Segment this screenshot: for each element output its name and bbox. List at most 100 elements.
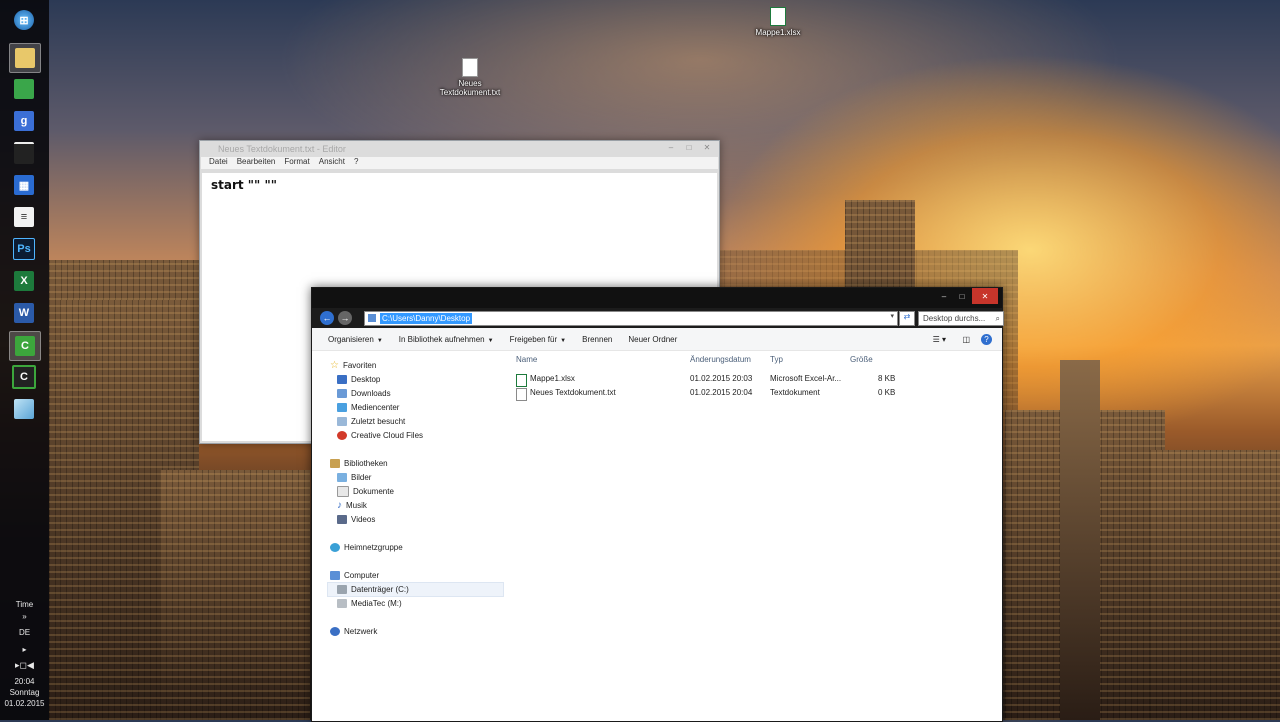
nav-network[interactable]: Netzwerk xyxy=(330,625,377,638)
tray-expand-icon[interactable]: ▸ xyxy=(0,645,49,654)
file-list: Name Änderungsdatum Typ Größe Mappe1.xls… xyxy=(512,351,1002,721)
clock-time[interactable]: 20:04 xyxy=(0,677,49,686)
music-icon: ♪ xyxy=(337,500,342,511)
nav-libraries[interactable]: Bibliotheken xyxy=(330,457,388,470)
address-text: C:\Users\Danny\Desktop xyxy=(380,313,473,324)
menu-help[interactable]: ? xyxy=(354,157,358,169)
star-icon: ☆ xyxy=(330,360,339,371)
search-icon: ⌕ xyxy=(995,314,1000,323)
help-icon[interactable]: ? xyxy=(981,333,992,345)
file-date: 01.02.2015 20:04 xyxy=(690,388,753,397)
burn-button[interactable]: Brennen xyxy=(582,335,612,344)
excel-file-icon xyxy=(770,7,786,26)
nav-homegroup[interactable]: Heimnetzgruppe xyxy=(330,541,403,554)
notepad-icon: ≡ xyxy=(14,207,34,227)
nav-videos[interactable]: Videos xyxy=(337,513,375,526)
explorer-titlebar[interactable]: – □ ✕ xyxy=(312,288,1002,308)
nav-favorites[interactable]: ☆ Favoriten xyxy=(330,359,376,372)
taskbar-word[interactable]: W xyxy=(9,299,39,327)
videos-icon xyxy=(337,515,347,524)
word-icon: W xyxy=(14,303,34,323)
back-icon[interactable]: ← xyxy=(320,311,334,325)
taskbar-app-green[interactable] xyxy=(9,75,39,103)
taskbar-app-dark[interactable] xyxy=(9,139,39,167)
app-icon xyxy=(14,142,34,164)
windows-logo-icon: ⊞ xyxy=(14,10,34,30)
nav-downloads[interactable]: Downloads xyxy=(337,387,391,400)
taskbar-google[interactable]: g xyxy=(9,107,39,135)
time-label[interactable]: Time xyxy=(0,600,49,609)
column-header-type[interactable]: Typ xyxy=(770,355,783,364)
maximize-icon[interactable]: □ xyxy=(681,141,697,154)
file-row[interactable]: Neues Textdokument.txt 01.02.2015 20:04 … xyxy=(512,386,1002,401)
chevron-down-icon[interactable]: » xyxy=(0,612,49,621)
file-row[interactable]: Mappe1.xlsx 01.02.2015 20:03 Microsoft E… xyxy=(512,372,1002,387)
notepad-window-controls: – □ ✕ xyxy=(663,141,715,154)
taskbar-app-blue[interactable]: ▦ xyxy=(9,171,39,199)
explorer-command-bar: Organisieren ▼ In Bibliothek aufnehmen ▼ F… xyxy=(312,328,1002,351)
minimize-icon[interactable]: – xyxy=(936,288,952,304)
taskbar-excel[interactable]: X xyxy=(9,267,39,295)
photoshop-icon: Ps xyxy=(13,238,35,260)
taskbar-photoshop[interactable]: Ps xyxy=(9,235,39,263)
tray-icons[interactable]: ▸◻◀ xyxy=(0,660,49,671)
library-button[interactable]: In Bibliothek aufnehmen ▼ xyxy=(399,335,494,344)
taskbar-camtasia-recorder[interactable]: C xyxy=(9,363,39,391)
nav-mediencenter[interactable]: Mediencenter xyxy=(337,401,399,414)
close-icon[interactable]: ✕ xyxy=(972,288,998,304)
nav-desktop[interactable]: Desktop xyxy=(337,373,380,386)
maximize-icon[interactable]: □ xyxy=(954,288,970,304)
nav-creative-cloud[interactable]: Creative Cloud Files xyxy=(337,429,423,442)
new-folder-button[interactable]: Neuer Ordner xyxy=(628,335,677,344)
menu-datei[interactable]: Datei xyxy=(209,157,228,169)
column-header-date[interactable]: Änderungsdatum xyxy=(690,355,751,364)
nav-recent[interactable]: Zuletzt besucht xyxy=(337,415,405,428)
nav-music[interactable]: ♪ Musik xyxy=(337,499,367,512)
address-input[interactable]: C:\Users\Danny\Desktop ▾ xyxy=(364,311,898,326)
language-indicator[interactable]: DE xyxy=(0,628,49,637)
preview-pane-icon[interactable]: ◫ xyxy=(962,335,970,344)
desktop-icon xyxy=(337,375,347,384)
notepad-titlebar[interactable]: Neues Textdokument.txt - Editor – □ ✕ xyxy=(200,141,719,157)
notepad-title: Neues Textdokument.txt - Editor xyxy=(218,144,346,154)
forward-icon[interactable]: → xyxy=(338,311,352,325)
nav-computer[interactable]: Computer xyxy=(330,569,379,582)
network-drive-icon xyxy=(337,599,347,608)
desktop-icon-excel-file[interactable]: Mappe1.xlsx xyxy=(743,7,813,37)
creative-cloud-icon xyxy=(337,431,347,440)
close-icon[interactable]: ✕ xyxy=(699,141,715,154)
organize-button[interactable]: Organisieren ▼ xyxy=(328,335,383,344)
menu-ansicht[interactable]: Ansicht xyxy=(319,157,345,169)
minimize-icon[interactable]: – xyxy=(663,141,679,154)
taskbar-explorer[interactable] xyxy=(9,43,41,73)
desktop-icon-text-file[interactable]: Neues Textdokument.txt xyxy=(435,58,505,97)
taskbar-camtasia[interactable]: C xyxy=(9,331,41,361)
taskbar-notepad[interactable]: ≡ xyxy=(9,203,39,231)
menu-format[interactable]: Format xyxy=(284,157,309,169)
chevron-down-icon[interactable]: ▾ xyxy=(890,312,894,320)
nav-drive-c[interactable]: Datenträger (C:) xyxy=(337,583,409,596)
notepad-menubar: Datei Bearbeiten Format Ansicht ? xyxy=(201,157,718,169)
column-header-name[interactable]: Name xyxy=(516,355,537,364)
notepad-content: start "" "" xyxy=(211,178,277,192)
desktop-icon-label: Neues Textdokument.txt xyxy=(439,79,501,97)
explorer-window[interactable]: – □ ✕ ← → C:\Users\Danny\Desktop ▾ ⇄ Des… xyxy=(311,287,1004,722)
nav-drive-m[interactable]: MediaTec (M:) xyxy=(337,597,402,610)
start-button[interactable]: ⊞ xyxy=(9,6,39,34)
drive-icon xyxy=(337,585,347,594)
taskbar-app-light[interactable] xyxy=(9,395,39,423)
search-input[interactable]: Desktop durchs... ⌕ xyxy=(918,311,1004,326)
downloads-icon xyxy=(337,389,347,398)
view-options-icon[interactable]: ☰ ▾ xyxy=(933,335,946,344)
refresh-icon[interactable]: ⇄ xyxy=(899,311,915,326)
menu-bearbeiten[interactable]: Bearbeiten xyxy=(237,157,276,169)
nav-documents[interactable]: Dokumente xyxy=(337,485,394,498)
clock-day[interactable]: Sonntag xyxy=(0,688,49,697)
computer-icon xyxy=(330,571,340,580)
nav-pictures[interactable]: Bilder xyxy=(337,471,371,484)
share-button[interactable]: Freigeben für ▼ xyxy=(510,335,567,344)
clock-date[interactable]: 01.02.2015 xyxy=(0,699,49,708)
folder-icon xyxy=(15,48,35,68)
homegroup-icon xyxy=(330,543,340,552)
column-header-size[interactable]: Größe xyxy=(850,355,873,364)
